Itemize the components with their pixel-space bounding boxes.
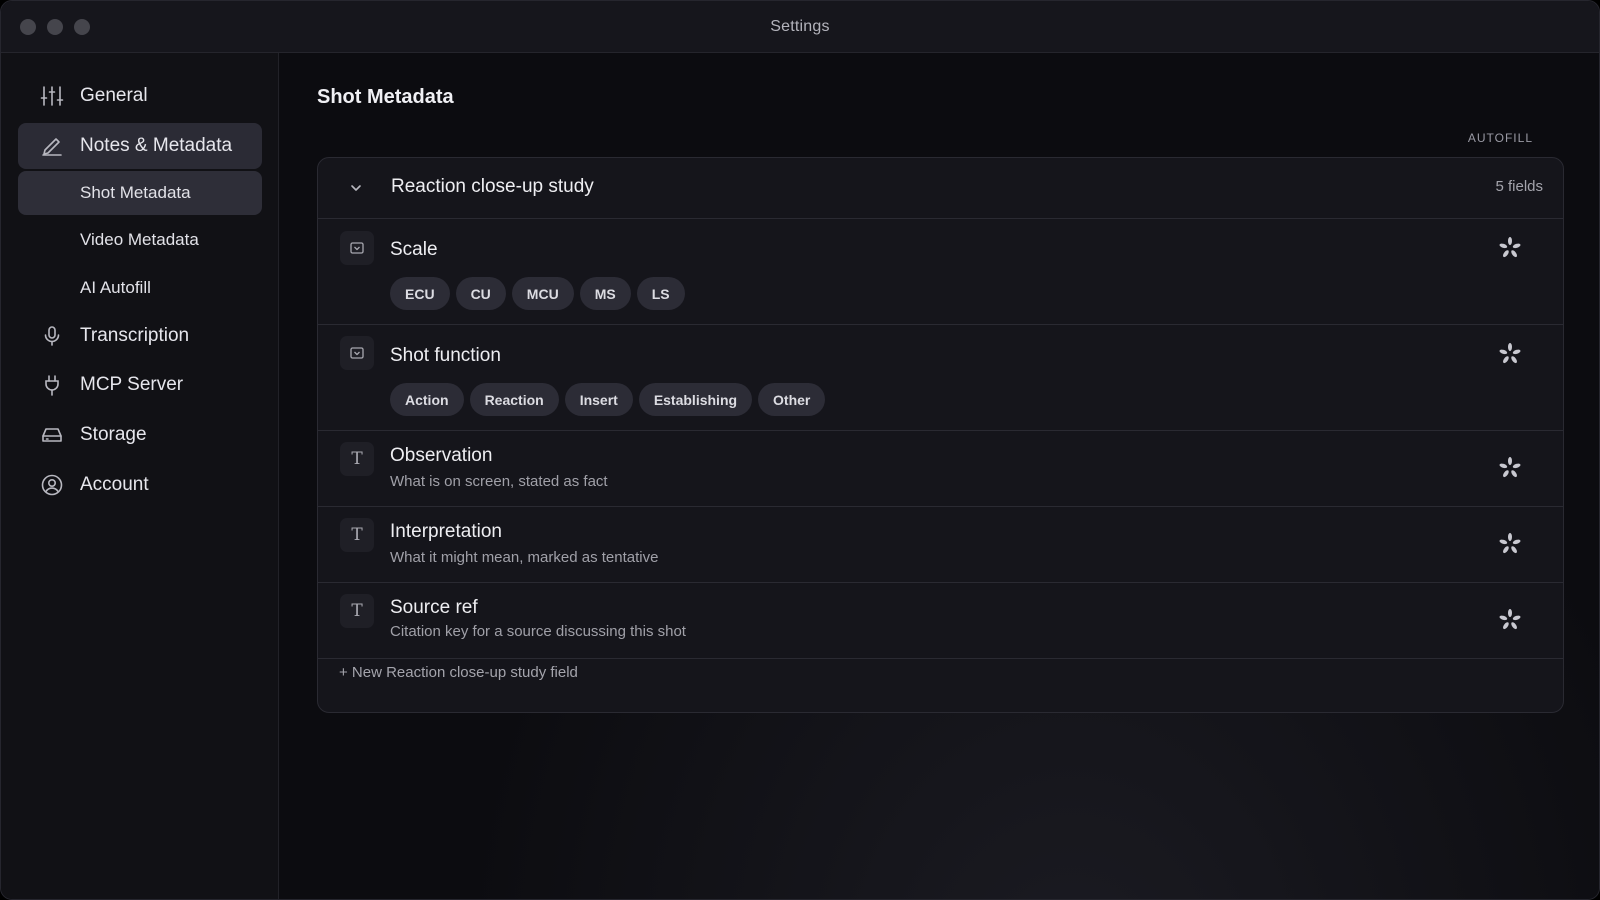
field-count: 5 fields	[1495, 178, 1543, 195]
sidebar-item-transcription[interactable]: Transcription	[18, 313, 262, 359]
sidebar-item-account[interactable]: Account	[18, 462, 262, 508]
drive-icon	[38, 421, 66, 449]
field-name: Shot function	[390, 345, 501, 366]
text-field-icon: T	[340, 518, 374, 552]
sidebar-subitem-shot-metadata[interactable]: Shot Metadata	[18, 171, 262, 215]
option-chip[interactable]: LS	[636, 277, 685, 310]
autofill-sparkle-icon[interactable]	[1497, 235, 1523, 261]
field-description: Citation key for a source discussing thi…	[390, 623, 686, 640]
option-chip[interactable]: MCU	[511, 277, 574, 310]
page-title: Shot Metadata	[317, 86, 454, 108]
autofill-column-label: AUTOFILL	[1467, 131, 1533, 145]
field-name: Interpretation	[390, 521, 502, 542]
field-row-interpretation[interactable]: T Interpretation What it might mean, mar…	[318, 507, 1563, 583]
sidebar-item-label: General	[80, 85, 148, 106]
autofill-sparkle-icon[interactable]	[1497, 607, 1523, 633]
sidebar-subitem-ai-autofill[interactable]: AI Autofill	[18, 266, 262, 310]
option-chip[interactable]: Establishing	[638, 383, 753, 416]
option-chip[interactable]: Other	[758, 383, 826, 416]
title-bar: Settings	[1, 1, 1599, 53]
autofill-sparkle-icon[interactable]	[1497, 455, 1523, 481]
field-description: What is on screen, stated as fact	[390, 473, 608, 490]
sidebar-item-label: Transcription	[80, 325, 190, 346]
sidebar-item-general[interactable]: General	[18, 73, 262, 119]
option-chip[interactable]: CU	[455, 277, 506, 310]
field-description: What it might mean, marked as tentative	[390, 549, 659, 566]
text-field-icon: T	[340, 442, 374, 476]
user-circle-icon	[38, 471, 66, 499]
text-field-icon: T	[340, 594, 374, 628]
metadata-group-card: Reaction close-up study 5 fields Scale E…	[317, 157, 1564, 713]
option-chips: Action Reaction Insert Establishing Othe…	[390, 383, 826, 416]
field-name: Source ref	[390, 597, 478, 618]
sidebar-item-label: Account	[80, 474, 149, 495]
microphone-icon	[38, 322, 66, 350]
add-field-button[interactable]: + New Reaction close-up study field	[339, 664, 578, 681]
chevron-down-icon[interactable]	[346, 178, 366, 198]
autofill-sparkle-icon[interactable]	[1497, 531, 1523, 557]
sidebar-item-storage[interactable]: Storage	[18, 412, 262, 458]
select-field-icon	[340, 336, 374, 370]
option-chip[interactable]: MS	[579, 277, 631, 310]
sliders-icon	[38, 82, 66, 110]
window-title: Settings	[770, 18, 830, 35]
field-name: Observation	[390, 445, 493, 466]
sidebar: General Notes & Metadata Shot Metadata V…	[1, 53, 279, 899]
field-row-scale[interactable]: Scale ECU CU MCU MS LS	[318, 219, 1563, 325]
group-header[interactable]: Reaction close-up study 5 fields	[318, 158, 1563, 219]
field-row-source-ref[interactable]: T Source ref Citation key for a source d…	[318, 583, 1563, 659]
pen-icon	[38, 132, 66, 160]
option-chips: ECU CU MCU MS LS	[390, 277, 685, 310]
option-chip[interactable]: ECU	[390, 277, 450, 310]
option-chip[interactable]: Reaction	[469, 383, 559, 416]
sidebar-item-mcp-server[interactable]: MCP Server	[18, 362, 262, 408]
sidebar-item-label: Notes & Metadata	[80, 135, 233, 156]
autofill-sparkle-icon[interactable]	[1497, 341, 1523, 367]
sidebar-item-label: Storage	[80, 424, 147, 445]
plug-icon	[38, 371, 66, 399]
option-chip[interactable]: Insert	[564, 383, 633, 416]
sidebar-item-notes-metadata[interactable]: Notes & Metadata	[18, 123, 262, 169]
settings-window: Settings General Notes & Metadata Shot M…	[0, 0, 1600, 900]
sidebar-item-label: MCP Server	[80, 374, 184, 395]
field-name: Scale	[390, 239, 438, 260]
field-row-shot-function[interactable]: Shot function Action Reaction Insert Est…	[318, 325, 1563, 431]
sidebar-subitem-video-metadata[interactable]: Video Metadata	[18, 218, 262, 262]
field-row-observation[interactable]: T Observation What is on screen, stated …	[318, 431, 1563, 507]
group-title: Reaction close-up study	[391, 176, 594, 197]
option-chip[interactable]: Action	[390, 383, 464, 416]
select-field-icon	[340, 231, 374, 265]
main-content: Shot Metadata AUTOFILL Reaction close-up…	[280, 53, 1599, 899]
